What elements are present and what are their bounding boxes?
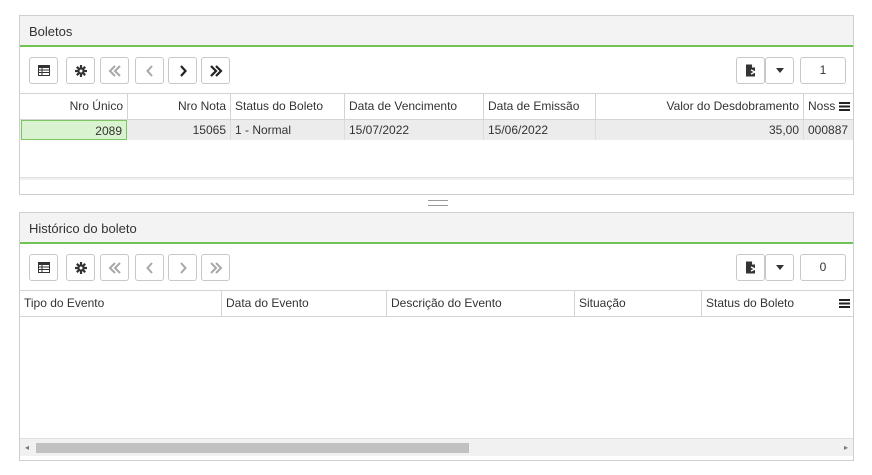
table-cell[interactable]: 15/06/2022 <box>484 120 596 140</box>
boletos-panel: Boletos 1 Nro Único Nro Nota Status do B… <box>19 15 854 195</box>
gear-icon <box>74 64 87 77</box>
caret-down-icon <box>775 68 784 73</box>
column-header[interactable]: Valor do Desdobramento <box>596 94 804 119</box>
settings-button[interactable] <box>66 254 95 281</box>
historico-panel: Histórico do boleto 0 Tipo do Evento Dat… <box>19 212 854 461</box>
column-header[interactable]: Nro Nota <box>128 94 231 119</box>
export-file-icon <box>745 64 757 77</box>
previous-page-button[interactable] <box>135 254 164 281</box>
table-cell[interactable]: 15065 <box>128 120 231 140</box>
last-page-button[interactable] <box>201 57 230 84</box>
export-button[interactable] <box>736 57 765 84</box>
hamburger-menu-icon[interactable] <box>835 94 853 119</box>
table-cell[interactable]: 1 - Normal <box>231 120 345 140</box>
scroll-left-arrow-icon[interactable]: ◂ <box>20 439 34 456</box>
scrollbar-thumb[interactable] <box>36 443 469 453</box>
historico-grid: Tipo do Evento Data do Evento Descrição … <box>20 290 853 461</box>
chevron-left-icon <box>145 64 153 77</box>
export-button[interactable] <box>736 254 765 281</box>
table-view-button[interactable] <box>29 254 58 281</box>
column-header[interactable]: Descrição do Evento <box>387 291 575 316</box>
column-header[interactable]: Data de Emissão <box>484 94 596 119</box>
double-chevron-left-icon <box>108 261 121 274</box>
table-cell[interactable]: 2089 <box>21 120 127 140</box>
caret-down-icon <box>775 265 784 270</box>
first-page-button[interactable] <box>100 254 129 281</box>
double-chevron-right-icon <box>209 64 223 77</box>
table-view-icon <box>37 262 50 273</box>
hamburger-menu-icon[interactable] <box>835 291 853 316</box>
table-cell[interactable]: 35,00 <box>596 120 804 140</box>
table-view-icon <box>37 65 50 76</box>
table-row[interactable]: 2089 15065 1 - Normal 15/07/2022 15/06/2… <box>20 120 853 140</box>
export-dropdown-button[interactable] <box>765 254 794 281</box>
column-header[interactable]: Status do Boleto <box>702 291 836 316</box>
boletos-grid: Nro Único Nro Nota Status do Boleto Data… <box>20 93 853 180</box>
table-cell[interactable]: 000887 <box>804 120 853 140</box>
boletos-toolbar: 1 <box>20 47 853 91</box>
settings-button[interactable] <box>66 57 95 84</box>
export-file-icon <box>745 261 757 274</box>
panel-title: Boletos <box>20 16 853 47</box>
chevron-right-icon <box>179 261 187 274</box>
double-chevron-right-icon <box>209 261 222 274</box>
table-view-button[interactable] <box>29 57 58 84</box>
grid-header: Tipo do Evento Data do Evento Descrição … <box>20 291 853 317</box>
column-header[interactable]: Data do Evento <box>222 291 387 316</box>
next-page-button[interactable] <box>168 57 197 84</box>
panel-splitter-handle[interactable] <box>428 200 448 206</box>
next-page-button[interactable] <box>168 254 197 281</box>
column-header[interactable]: Situação <box>575 291 702 316</box>
column-header[interactable]: Data de Vencimento <box>345 94 484 119</box>
chevron-right-icon <box>179 64 187 77</box>
previous-page-button[interactable] <box>135 57 164 84</box>
table-cell[interactable]: 15/07/2022 <box>345 120 484 140</box>
historico-toolbar: 0 <box>20 244 853 288</box>
horizontal-scrollbar[interactable]: ◂ ▸ <box>20 438 853 456</box>
export-dropdown-button[interactable] <box>765 57 794 84</box>
column-header[interactable]: Nro Único <box>20 94 128 119</box>
double-chevron-left-icon <box>108 64 121 77</box>
column-header[interactable]: Tipo do Evento <box>20 291 222 316</box>
grid-header: Nro Único Nro Nota Status do Boleto Data… <box>20 94 853 120</box>
chevron-left-icon <box>145 261 153 274</box>
page-number-field[interactable]: 0 <box>800 254 846 281</box>
gear-icon <box>74 261 87 274</box>
last-page-button[interactable] <box>201 254 230 281</box>
scroll-right-arrow-icon[interactable]: ▸ <box>839 178 853 180</box>
first-page-button[interactable] <box>100 57 129 84</box>
scroll-right-arrow-icon[interactable]: ▸ <box>839 439 853 456</box>
scroll-left-arrow-icon[interactable]: ◂ <box>20 178 34 180</box>
panel-title: Histórico do boleto <box>20 213 853 244</box>
horizontal-scrollbar[interactable]: ◂ ▸ <box>20 177 853 180</box>
column-header[interactable]: Status do Boleto <box>231 94 345 119</box>
page-number-field[interactable]: 1 <box>800 57 846 84</box>
